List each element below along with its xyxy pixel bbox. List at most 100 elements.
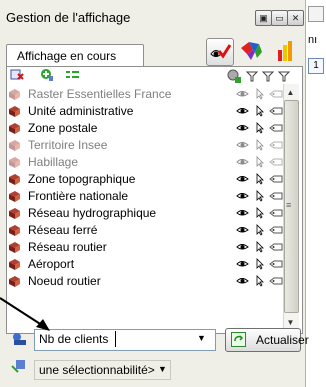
- label-icon[interactable]: [269, 141, 283, 149]
- layer-row[interactable]: Habillage: [6, 154, 283, 171]
- layer-row[interactable]: Aéroport: [6, 256, 283, 273]
- selectable-pointer-icon[interactable]: [256, 207, 266, 219]
- layer-label: Frontière nationale: [28, 189, 129, 203]
- style-button[interactable]: [238, 38, 264, 64]
- layer-icon: [9, 208, 20, 219]
- layer-label: Zone postale: [28, 121, 98, 135]
- grip-icon: ≡: [286, 200, 292, 210]
- layer-label: Réseau ferré: [28, 223, 98, 237]
- background-text-1: nı: [308, 34, 318, 46]
- layer-row[interactable]: Réseau routier: [6, 239, 283, 256]
- display-settings-button[interactable]: [206, 38, 234, 66]
- eye-icon[interactable]: [236, 259, 249, 268]
- background-icon-1: 1: [308, 58, 324, 74]
- layer-icon: [9, 276, 20, 287]
- layer-label: Réseau hydrographique: [28, 206, 157, 220]
- minimize-icon[interactable]: ▭: [271, 10, 288, 26]
- label-icon[interactable]: [269, 175, 283, 183]
- selectable-pointer-icon[interactable]: [256, 122, 266, 134]
- layer-row[interactable]: Raster Essentielles France: [6, 86, 283, 103]
- eye-icon[interactable]: [236, 157, 249, 166]
- layer-label: Unité administrative: [28, 104, 134, 118]
- layer-icon: [9, 123, 20, 134]
- label-icon[interactable]: [269, 260, 283, 268]
- label-icon[interactable]: [269, 192, 283, 200]
- label-icon[interactable]: [269, 124, 283, 132]
- tab-display-current[interactable]: Affichage en cours: [6, 44, 144, 67]
- add-layer-icon[interactable]: [40, 68, 54, 82]
- eye-icon[interactable]: [236, 174, 249, 183]
- restore-icon[interactable]: ▣: [255, 10, 272, 26]
- label-icon[interactable]: [269, 90, 283, 98]
- group-icon[interactable]: [66, 70, 80, 80]
- eye-icon[interactable]: [236, 106, 249, 115]
- layer-row[interactable]: Unité administrative: [6, 103, 283, 120]
- scroll-up-icon[interactable]: ▲: [284, 86, 297, 100]
- eye-icon[interactable]: [236, 242, 249, 251]
- legend-button[interactable]: [272, 38, 298, 64]
- analysis-combo[interactable]: Nb de clients ▼: [34, 329, 216, 351]
- layer-icon: [9, 225, 20, 236]
- selectable-pointer-icon[interactable]: [256, 156, 266, 168]
- selectable-pointer-icon[interactable]: [256, 105, 266, 117]
- eye-icon[interactable]: [236, 89, 249, 98]
- layer-label: Raster Essentielles France: [28, 87, 172, 101]
- label-icon[interactable]: [269, 226, 283, 234]
- filter-icon[interactable]: [246, 70, 258, 82]
- layer-row[interactable]: Réseau hydrographique: [6, 205, 283, 222]
- legend-icon: [278, 41, 292, 61]
- eye-icon[interactable]: [236, 276, 249, 285]
- layer-label: Territoire Insee: [28, 138, 108, 152]
- layer-row[interactable]: Zone topographique: [6, 171, 283, 188]
- selectable-pointer-icon[interactable]: [256, 258, 266, 270]
- layer-row[interactable]: Zone postale: [6, 120, 283, 137]
- layer-icon: [9, 242, 20, 253]
- close-icon[interactable]: ✕: [287, 10, 304, 26]
- eye-icon[interactable]: [236, 140, 249, 149]
- filter-icon[interactable]: [278, 70, 290, 82]
- label-icon[interactable]: [269, 209, 283, 217]
- refresh-icon: [231, 332, 246, 347]
- selection-combo-value: une sélectionnabilité>: [39, 363, 155, 377]
- layer-label: Aéroport: [28, 257, 75, 271]
- text-caret: [115, 331, 116, 347]
- selection-combo[interactable]: une sélectionnabilité> ▼: [34, 360, 171, 380]
- refresh-label: Actualiser: [256, 333, 309, 347]
- eye-icon[interactable]: [236, 208, 249, 217]
- settings-icon[interactable]: [226, 68, 242, 84]
- selectable-pointer-icon[interactable]: [256, 88, 266, 100]
- layer-label: Noeud routier: [28, 274, 101, 288]
- filter-icon[interactable]: [262, 70, 274, 82]
- chevron-down-icon: ▼: [158, 364, 167, 374]
- refresh-button[interactable]: Actualiser: [225, 328, 309, 352]
- label-icon[interactable]: [269, 243, 283, 251]
- layer-icon: [9, 106, 20, 117]
- layer-label: Habillage: [28, 155, 79, 169]
- label-icon[interactable]: [269, 158, 283, 166]
- layer-icon: [9, 157, 20, 168]
- selectable-pointer-icon[interactable]: [256, 224, 266, 236]
- eye-icon[interactable]: [236, 225, 249, 234]
- remove-layer-icon[interactable]: [10, 68, 24, 82]
- layer-row[interactable]: Noeud routier: [6, 273, 283, 290]
- label-icon[interactable]: [269, 277, 283, 285]
- label-icon[interactable]: [269, 107, 283, 115]
- selectable-pointer-icon[interactable]: [256, 173, 266, 185]
- tab-label: Affichage en cours: [17, 49, 117, 63]
- layer-row[interactable]: Réseau ferré: [6, 222, 283, 239]
- layer-icon: [9, 191, 20, 202]
- selectable-pointer-icon[interactable]: [256, 275, 266, 287]
- selectable-pointer-icon[interactable]: [256, 190, 266, 202]
- selectable-pointer-icon[interactable]: [256, 241, 266, 253]
- eye-icon[interactable]: [236, 123, 249, 132]
- background-window-button[interactable]: [308, 6, 324, 22]
- window-title: Gestion de l'affichage: [6, 10, 131, 25]
- title-bar: Gestion de l'affichage ▣ ▭ ✕: [0, 0, 305, 34]
- selectable-pointer-icon[interactable]: [256, 139, 266, 151]
- layer-label: Réseau routier: [28, 240, 107, 254]
- eye-icon[interactable]: [236, 191, 249, 200]
- style-icon: [241, 42, 262, 60]
- layer-row[interactable]: Frontière nationale: [6, 188, 283, 205]
- layer-row[interactable]: Territoire Insee: [6, 137, 283, 154]
- eye-check-icon: [210, 44, 232, 59]
